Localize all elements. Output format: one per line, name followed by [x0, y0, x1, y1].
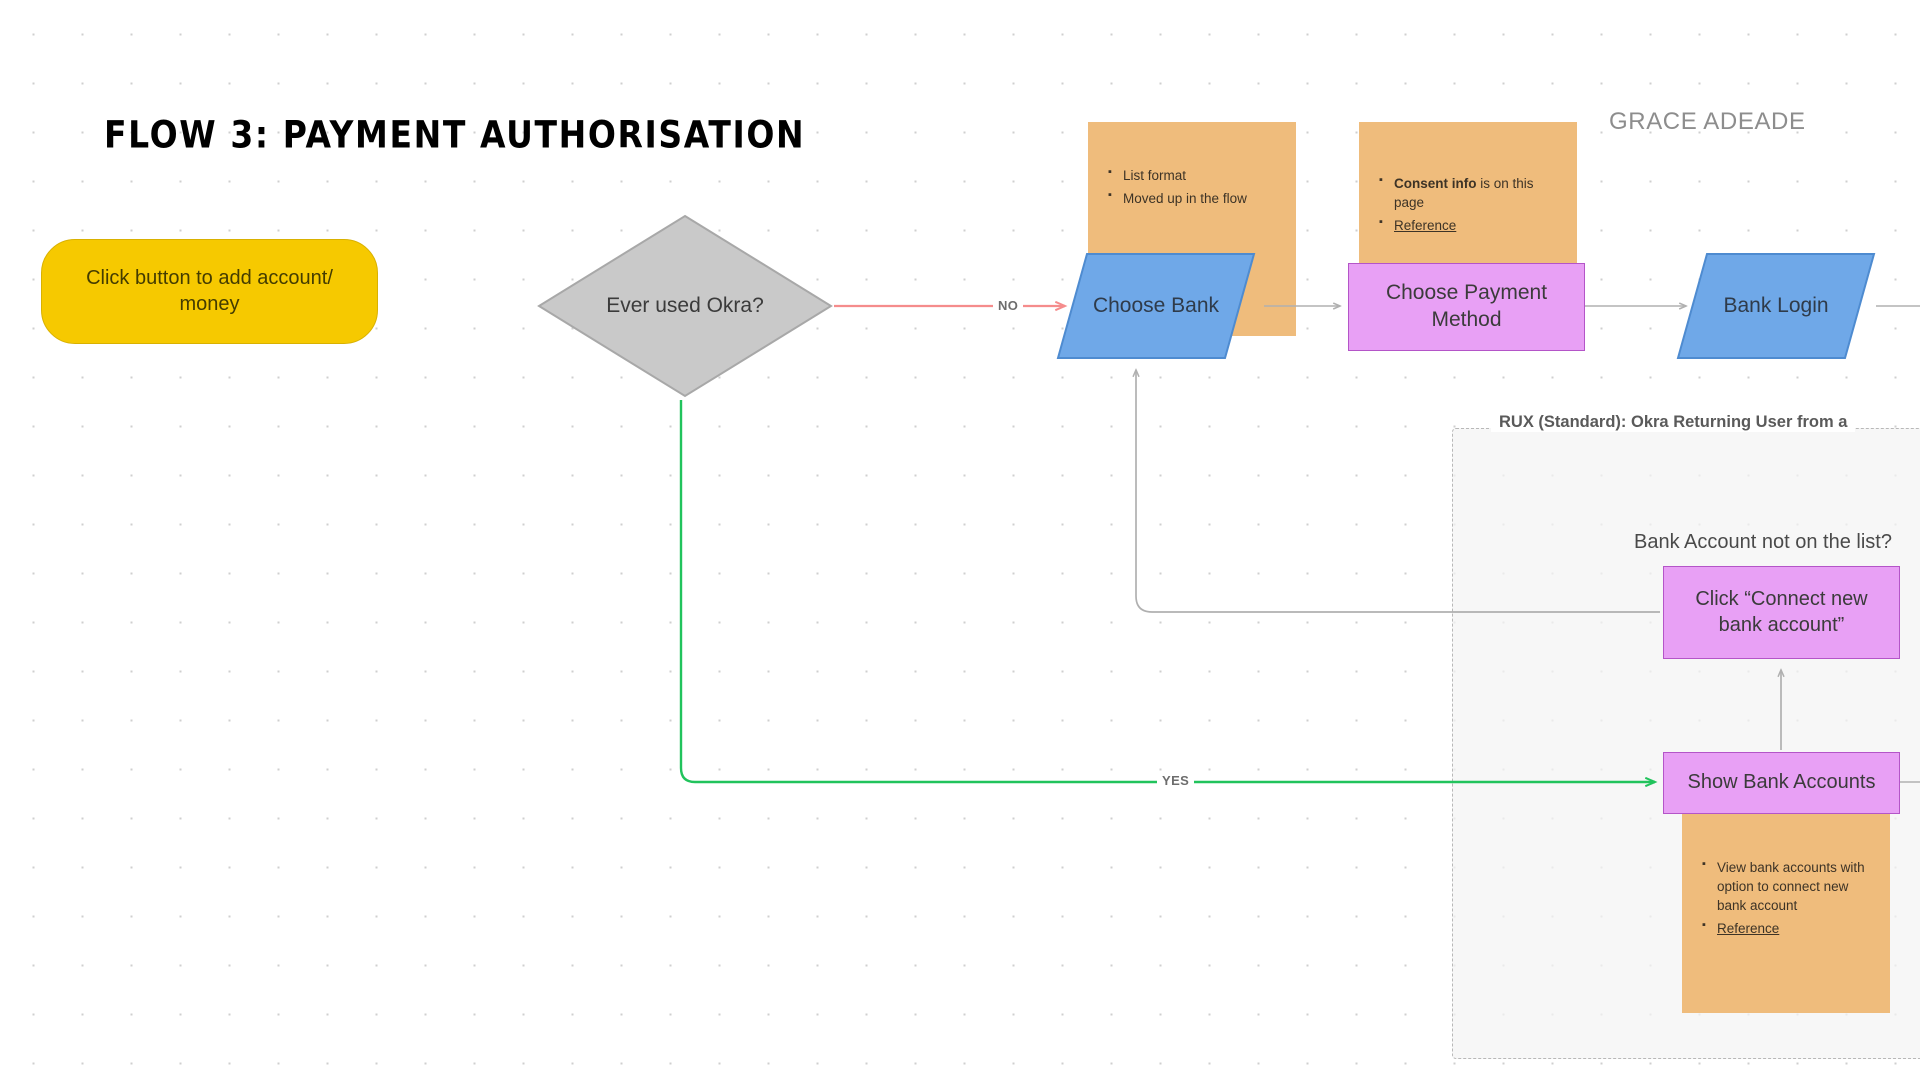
- note-item: Reference: [1379, 215, 1561, 235]
- note-item: Consent info is on this page: [1379, 173, 1561, 212]
- node-add-account[interactable]: Click button to add account/ money: [41, 239, 378, 344]
- note-item: Moved up in the flow: [1108, 188, 1280, 208]
- note-bold: Consent info: [1394, 176, 1477, 191]
- note-show-bank-accounts: View bank accounts with option to connec…: [1682, 800, 1890, 1013]
- flowchart-canvas: RUX (Standard): Okra Returning User from…: [0, 0, 1920, 1080]
- node-decision-label: Ever used Okra?: [606, 294, 764, 318]
- node-show-bank-accounts[interactable]: Show Bank Accounts: [1663, 752, 1900, 814]
- label-bank-account-not-on-list: Bank Account not on the list?: [1634, 531, 1892, 553]
- edge-label-no: NO: [993, 297, 1024, 314]
- page-title: FLOW 3: PAYMENT AUTHORISATION: [104, 113, 806, 157]
- author-name: GRACE ADEADE: [1609, 108, 1806, 135]
- node-decision-ever-used-okra[interactable]: Ever used Okra?: [536, 213, 834, 399]
- note-item: List format: [1108, 165, 1280, 185]
- note-item: View bank accounts with option to connec…: [1702, 857, 1874, 915]
- node-choose-payment-method[interactable]: Choose Payment Method: [1348, 263, 1585, 351]
- node-click-connect-new-bank-account[interactable]: Click “Connect new bank account”: [1663, 566, 1900, 659]
- node-bank-login-label: Bank Login: [1723, 294, 1829, 318]
- node-choose-bank[interactable]: Choose Bank: [1056, 252, 1256, 360]
- reference-link[interactable]: Reference: [1394, 218, 1456, 233]
- node-choose-bank-label: Choose Bank: [1092, 294, 1220, 318]
- edge-label-yes: YES: [1157, 772, 1195, 789]
- reference-link[interactable]: Reference: [1717, 921, 1779, 936]
- note-item: Reference: [1702, 918, 1874, 938]
- group-title-rux: RUX (Standard): Okra Returning User from…: [1491, 413, 1856, 432]
- node-bank-login[interactable]: Bank Login: [1676, 252, 1876, 360]
